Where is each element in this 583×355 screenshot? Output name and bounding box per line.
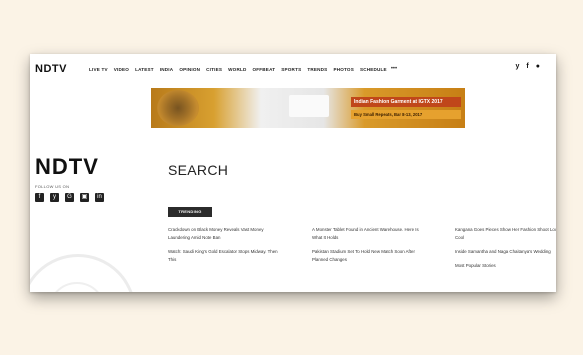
nav-item-sports[interactable]: SPORTS — [281, 67, 301, 72]
banner-title: Indian Fashion Garment at IGTX 2017 — [351, 97, 461, 107]
search-icon[interactable]: ● — [536, 63, 540, 70]
trending-badge: TRENDING — [168, 207, 212, 217]
decorative-globe — [30, 254, 136, 292]
ad-banner[interactable]: Indian Fashion Garment at IGTX 2017 Buy … — [151, 88, 465, 128]
twitter-icon[interactable]: y — [516, 63, 520, 70]
linkedin-icon[interactable]: in — [95, 193, 104, 202]
story-column-3: Kangana Goes Pieces Show Her Fashion Sho… — [455, 226, 556, 276]
more-menu-icon[interactable]: ••• — [391, 66, 397, 72]
nav-item-india[interactable]: INDIA — [160, 67, 174, 72]
nav-menu: LIVE TV VIDEO LATEST INDIA OPINION CITIE… — [89, 66, 397, 72]
banner-graphic — [157, 90, 199, 126]
nav-item-video[interactable]: VIDEO — [114, 67, 129, 72]
browser-screenshot: NDTV LIVE TV VIDEO LATEST INDIA OPINION … — [30, 54, 556, 292]
story-column-1: Crackdown on Black Money Reveals Vast Mo… — [168, 226, 278, 270]
social-links-top: y f ● — [516, 63, 540, 70]
nav-item-offbeat[interactable]: OFFBEAT — [253, 67, 276, 72]
nav-item-cities[interactable]: CITIES — [206, 67, 222, 72]
nav-item-schedule[interactable]: SCHEDULE — [360, 67, 387, 72]
nav-item-photos[interactable]: PHOTOS — [333, 67, 354, 72]
story-link[interactable]: Inside Samantha and Naga Chaitanya's Wed… — [455, 248, 556, 256]
google-plus-icon[interactable]: G — [65, 193, 74, 202]
banner-logo — [289, 95, 329, 117]
twitter-icon[interactable]: y — [50, 193, 59, 202]
facebook-icon[interactable]: f — [35, 193, 44, 202]
banner-subtitle: Buy Small Repeats, Bar 8-13, 2017 — [351, 110, 461, 119]
facebook-icon[interactable]: f — [526, 63, 528, 70]
ndtv-logo-small[interactable]: NDTV — [35, 63, 81, 75]
nav-item-trends[interactable]: TRENDS — [307, 67, 327, 72]
instagram-icon[interactable]: ▣ — [80, 193, 89, 202]
top-navigation: NDTV LIVE TV VIDEO LATEST INDIA OPINION … — [30, 54, 556, 84]
ndtv-logo-large[interactable]: NDTV — [35, 154, 99, 180]
social-links-sidebar: f y G ▣ in — [35, 193, 104, 202]
story-link[interactable]: A Monster Tablet Found in Ancient Wareho… — [312, 226, 422, 242]
story-column-2: A Monster Tablet Found in Ancient Wareho… — [312, 226, 422, 270]
story-link[interactable]: Kangana Goes Pieces Show Her Fashion Sho… — [455, 226, 556, 242]
story-link[interactable]: Crackdown on Black Money Reveals Vast Mo… — [168, 226, 278, 242]
nav-item-world[interactable]: WORLD — [228, 67, 246, 72]
follow-label: FOLLOW US ON — [35, 184, 70, 189]
story-link[interactable]: Watch: Saudi King's Gold Escalator Stops… — [168, 248, 278, 264]
story-link[interactable]: Pakistan Stadium Set To Hold New Match S… — [312, 248, 422, 264]
nav-item-opinion[interactable]: OPINION — [179, 67, 200, 72]
nav-item-latest[interactable]: LATEST — [135, 67, 154, 72]
page-title: SEARCH — [168, 162, 229, 178]
nav-item-live-tv[interactable]: LIVE TV — [89, 67, 108, 72]
story-link[interactable]: Most Popular Stories — [455, 262, 556, 270]
